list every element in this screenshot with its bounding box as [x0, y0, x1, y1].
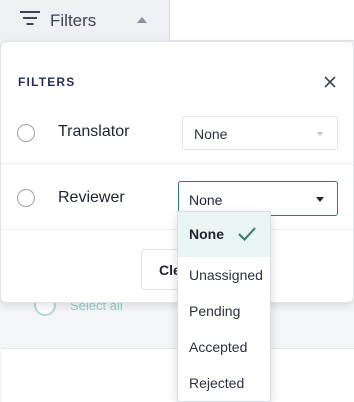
dropdown-option-none[interactable]: None	[178, 212, 270, 257]
filters-tab[interactable]: Filters	[0, 0, 170, 41]
chevron-down-icon	[317, 132, 323, 136]
filter-row-translator: Translator None	[1, 104, 354, 164]
panel-title: FILTERS	[18, 75, 76, 89]
translator-select-value: None	[194, 126, 228, 142]
dropdown-option-rejected[interactable]: Rejected	[178, 365, 270, 401]
option-label: None	[189, 226, 224, 242]
translator-select[interactable]: None	[182, 116, 338, 150]
reviewer-radio[interactable]	[17, 189, 35, 207]
option-label: Rejected	[189, 375, 245, 391]
filter-icon	[20, 10, 40, 31]
toolbar-area	[170, 0, 354, 41]
dropdown-option-pending[interactable]: Pending	[178, 293, 270, 329]
option-label: Unassigned	[189, 267, 263, 283]
option-label: Pending	[189, 303, 241, 319]
translator-label: Translator	[58, 123, 130, 140]
translator-radio[interactable]	[17, 124, 35, 142]
reviewer-label: Reviewer	[58, 189, 125, 206]
dropdown-option-accepted[interactable]: Accepted	[178, 329, 270, 365]
check-icon	[238, 227, 256, 241]
chevron-down-icon	[316, 197, 324, 202]
caret-up-icon	[137, 17, 147, 23]
filters-tab-label: Filters	[50, 10, 97, 30]
reviewer-select-value: None	[189, 192, 223, 208]
close-icon[interactable]	[320, 72, 340, 92]
option-label: Accepted	[189, 339, 248, 355]
reviewer-dropdown-list: None Unassigned Pending Accepted Rejecte…	[177, 211, 271, 402]
dropdown-option-unassigned[interactable]: Unassigned	[178, 257, 270, 293]
